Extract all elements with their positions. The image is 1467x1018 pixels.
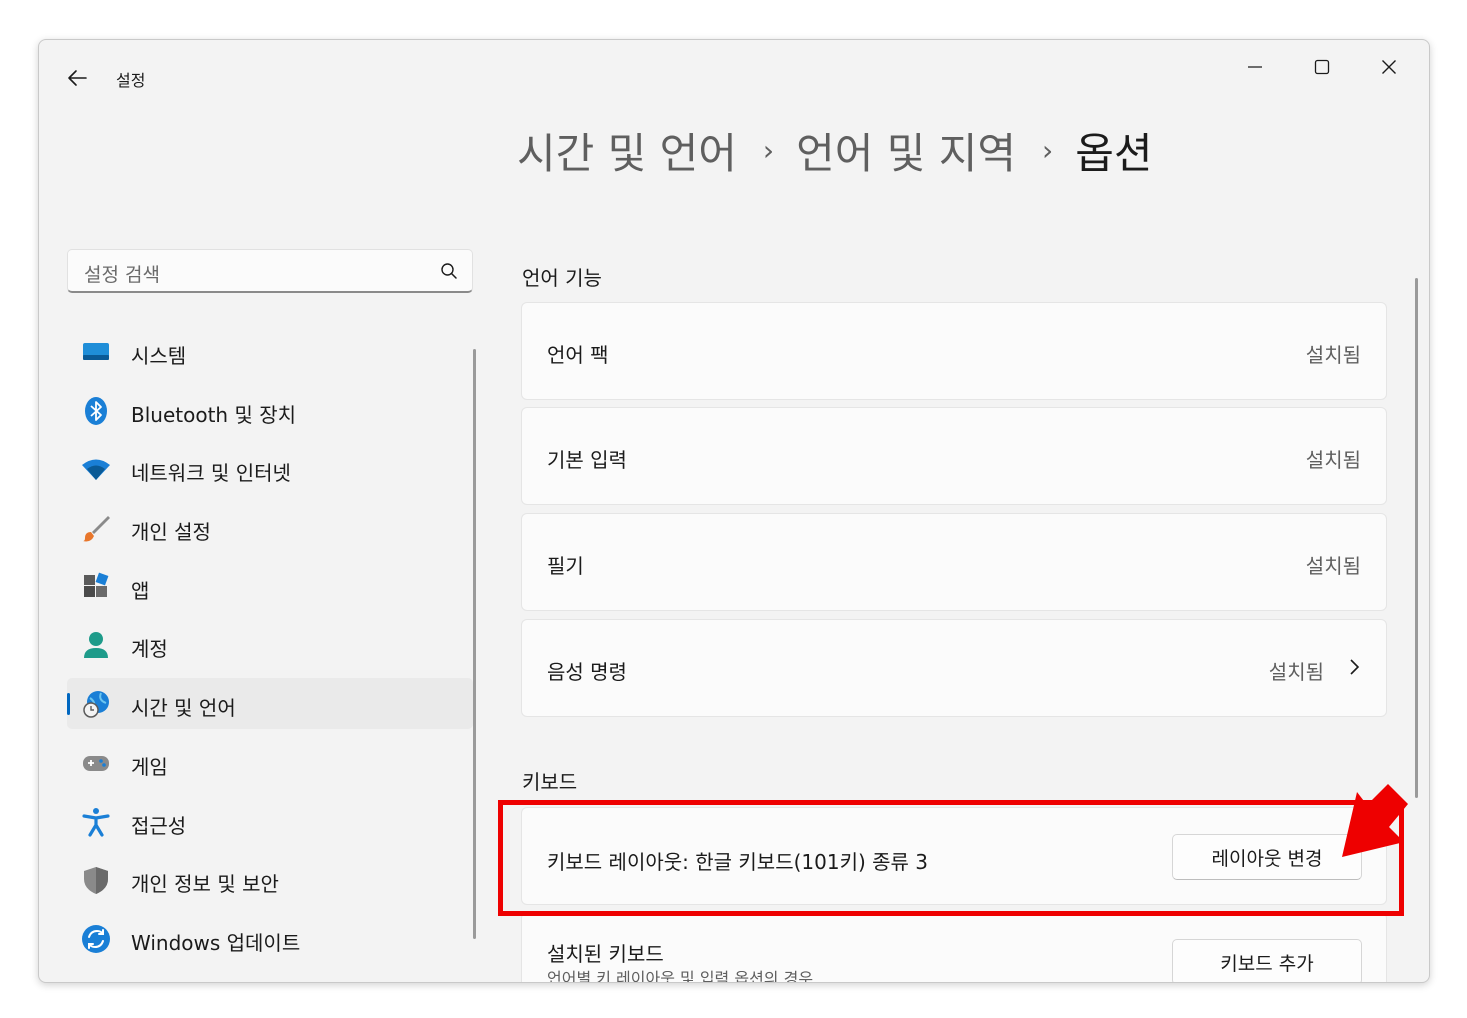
sidebar-item-network[interactable]: 네트워크 및 인터넷 — [67, 443, 473, 494]
installed-keyboards-label: 설치된 키보드 — [547, 942, 664, 966]
status-text: 설치됨 — [1305, 448, 1361, 472]
breadcrumb: 시간 및 언어 › 언어 및 지역 › 옵션 — [517, 120, 1153, 180]
back-button[interactable] — [63, 64, 91, 92]
sidebar-item-apps[interactable]: 앱 — [67, 561, 473, 612]
update-icon — [82, 924, 110, 953]
sidebar-item-label: 개인 설정 — [131, 520, 211, 545]
installed-keyboards-description: 언어별 키 레이아웃 및 입력 옵션의 경우 — [547, 969, 814, 983]
content-scrollbar[interactable] — [1415, 278, 1418, 798]
sidebar-item-label: Windows 업데이트 — [131, 930, 301, 955]
sidebar-item-personalization[interactable]: 개인 설정 — [67, 502, 473, 553]
sidebar-item-accessibility[interactable]: 접근성 — [67, 796, 473, 847]
sidebar-item-label: 개인 정보 및 보안 — [131, 872, 279, 897]
highlight-box — [498, 800, 1404, 916]
apps-icon — [84, 572, 109, 597]
sidebar-item-bluetooth[interactable]: Bluetooth 및 장치 — [67, 385, 473, 436]
close-button[interactable] — [1365, 52, 1413, 82]
language-pack-row[interactable]: 언어 팩 설치됨 — [521, 302, 1387, 400]
back-arrow-icon — [68, 70, 87, 86]
sidebar-item-label: 앱 — [131, 578, 150, 603]
sidebar-scrollbar[interactable] — [473, 349, 476, 939]
search-icon — [441, 263, 457, 279]
maximize-icon — [1314, 59, 1330, 75]
row-label: 음성 명령 — [547, 660, 627, 684]
app-title: 설정 — [116, 71, 146, 90]
accessibility-icon — [82, 807, 110, 837]
sidebar-item-time-language[interactable]: 시간 및 언어 — [67, 678, 473, 730]
breadcrumb-language-region[interactable]: 언어 및 지역 — [796, 120, 1016, 181]
row-label: 필기 — [547, 554, 584, 578]
shield-icon — [84, 867, 108, 895]
time-language-icon — [83, 691, 109, 718]
sidebar-item-windows-update[interactable]: Windows 업데이트 — [67, 913, 473, 964]
row-label: 기본 입력 — [547, 448, 627, 472]
section-keyboard: 키보드 — [522, 770, 578, 794]
sidebar-item-system[interactable]: 시스템 — [67, 326, 473, 377]
sidebar-item-label: 시간 및 언어 — [131, 696, 236, 721]
wifi-icon — [82, 459, 110, 481]
search-placeholder: 설정 검색 — [84, 264, 160, 286]
close-icon — [1382, 60, 1396, 74]
add-keyboard-button[interactable]: 키보드 추가 — [1172, 939, 1362, 982]
status-text: 설치됨 — [1305, 554, 1361, 578]
brush-icon — [83, 516, 110, 542]
account-icon — [84, 632, 108, 659]
red-arrow-icon — [1342, 784, 1408, 857]
page-title: 옵션 — [1075, 128, 1153, 178]
maximize-button[interactable] — [1298, 52, 1346, 82]
sidebar-item-label: 접근성 — [131, 813, 187, 838]
sidebar-item-accounts[interactable]: 계정 — [67, 619, 473, 670]
gamepad-icon — [83, 755, 109, 771]
basic-typing-row[interactable]: 기본 입력 설치됨 — [521, 407, 1387, 505]
installed-keyboards-row: 설치된 키보드 언어별 키 레이아웃 및 입력 옵션의 경우 키보드 추가 — [521, 912, 1387, 983]
sidebar-item-gaming[interactable]: 게임 — [67, 737, 473, 788]
status-text: 설치됨 — [1305, 343, 1361, 367]
status-text: 설치됨 — [1268, 660, 1324, 684]
sidebar-nav: 시스템 Bluetooth 및 장치 네트워크 및 인터넷 개인 설정 앱 계정… — [67, 326, 473, 972]
system-icon — [83, 343, 109, 360]
sidebar-item-privacy[interactable]: 개인 정보 및 보안 — [67, 854, 473, 905]
speech-row[interactable]: 음성 명령 설치됨 — [521, 619, 1387, 717]
sidebar-item-label: 계정 — [131, 637, 168, 662]
search-input[interactable]: 설정 검색 — [67, 249, 473, 293]
sidebar-item-label: 시스템 — [131, 344, 187, 368]
section-language-features: 언어 기능 — [522, 266, 602, 290]
breadcrumb-separator: › — [762, 133, 775, 167]
minimize-button[interactable] — [1231, 52, 1279, 82]
sidebar-item-label: 게임 — [131, 754, 168, 779]
breadcrumb-time-language[interactable]: 시간 및 언어 — [517, 120, 737, 181]
minimize-icon — [1248, 66, 1262, 68]
chevron-right-icon — [1350, 659, 1360, 675]
title-bar: 설정 — [39, 40, 1429, 112]
sidebar-item-label: Bluetooth 및 장치 — [131, 402, 297, 427]
row-label: 언어 팩 — [547, 343, 609, 367]
sidebar-item-label: 네트워크 및 인터넷 — [131, 461, 291, 486]
bluetooth-icon — [85, 396, 107, 425]
breadcrumb-separator: › — [1042, 133, 1054, 167]
active-indicator — [67, 693, 70, 716]
handwriting-row[interactable]: 필기 설치됨 — [521, 513, 1387, 611]
